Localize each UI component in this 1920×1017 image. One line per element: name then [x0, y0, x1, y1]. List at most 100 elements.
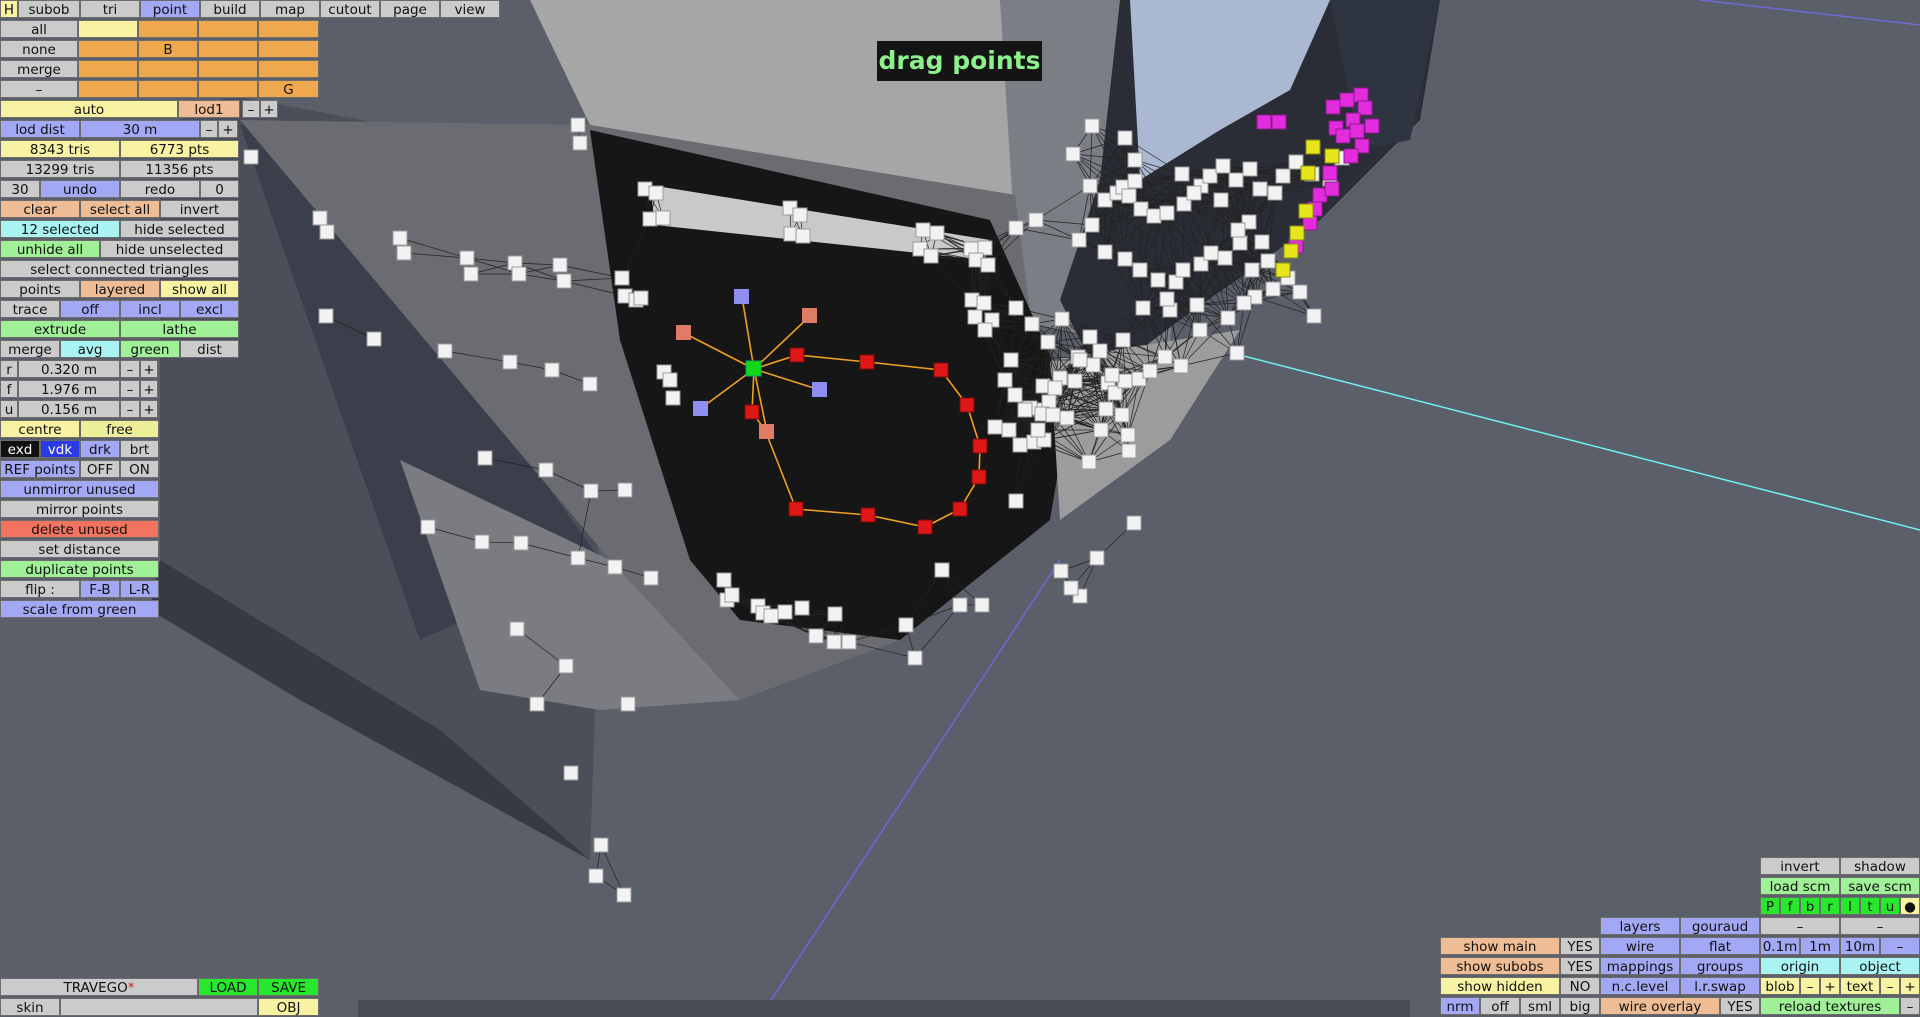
show-hidden-label[interactable]: show hidden — [1440, 977, 1560, 995]
invert-button[interactable]: invert — [1760, 857, 1840, 875]
shadow-button[interactable]: shadow — [1840, 857, 1920, 875]
mesh-point-magenta[interactable] — [1324, 181, 1340, 197]
text-plus[interactable]: + — [1900, 977, 1920, 995]
mesh-point[interactable] — [1186, 185, 1202, 201]
lr-swap-button[interactable]: l.r.swap — [1680, 977, 1760, 995]
selected-point[interactable] — [917, 519, 933, 535]
mesh-point-magenta[interactable] — [1339, 92, 1355, 108]
param-f-value[interactable]: 1.976 m — [18, 380, 120, 398]
mesh-point[interactable] — [243, 149, 259, 165]
mesh-point[interactable] — [1007, 387, 1023, 403]
mesh-point[interactable] — [1008, 493, 1024, 509]
green-button[interactable]: green — [120, 340, 180, 358]
layer-cell[interactable] — [78, 60, 138, 78]
menu-h[interactable]: H — [0, 0, 18, 18]
mesh-point-magenta[interactable] — [1322, 165, 1338, 181]
param-u-minus[interactable]: – — [120, 400, 140, 418]
origin-button[interactable]: origin — [1760, 957, 1840, 975]
mesh-point[interactable] — [1267, 185, 1283, 201]
unhide-all-button[interactable]: unhide all — [0, 240, 100, 258]
mesh-point[interactable] — [544, 362, 560, 378]
show-main-value[interactable]: YES — [1560, 937, 1600, 955]
mesh-point[interactable] — [502, 354, 518, 370]
mesh-point[interactable] — [1192, 322, 1208, 338]
mesh-point[interactable] — [616, 887, 632, 903]
selected-point[interactable] — [933, 362, 949, 378]
mesh-point[interactable] — [513, 535, 529, 551]
skin-field[interactable] — [60, 998, 258, 1016]
mesh-point[interactable] — [1230, 222, 1246, 238]
mesh-point[interactable] — [724, 587, 740, 603]
layer-row-dash[interactable]: – — [0, 80, 78, 98]
mesh-point[interactable] — [1003, 352, 1019, 368]
mesh-point[interactable] — [1117, 130, 1133, 146]
menu-map[interactable]: map — [260, 0, 320, 18]
select-connected-button[interactable]: select connected triangles — [0, 260, 239, 278]
mesh-point[interactable] — [396, 245, 412, 261]
mesh-point[interactable] — [1232, 235, 1248, 251]
mesh-point-magenta[interactable] — [1349, 123, 1365, 139]
layer-cell[interactable] — [258, 60, 319, 78]
free-button[interactable]: free — [80, 420, 159, 438]
mappings-button[interactable]: mappings — [1600, 957, 1680, 975]
mesh-point[interactable] — [1135, 300, 1151, 316]
mesh-point[interactable] — [952, 597, 968, 613]
mesh-point[interactable] — [529, 696, 545, 712]
nc-level-button[interactable]: n.c.level — [1600, 977, 1680, 995]
layers-button[interactable]: layers — [1600, 917, 1680, 935]
mesh-point-magenta[interactable] — [1335, 128, 1351, 144]
lathe-button[interactable]: lathe — [120, 320, 239, 338]
mesh-point-yellow[interactable] — [1298, 203, 1314, 219]
mesh-point[interactable] — [967, 309, 983, 325]
selected-point[interactable] — [859, 354, 875, 370]
lod-dist-minus[interactable]: – — [200, 120, 218, 138]
mesh-point[interactable] — [570, 117, 586, 133]
selected-point[interactable] — [860, 507, 876, 523]
mesh-point[interactable] — [976, 295, 992, 311]
obj-button[interactable]: OBJ — [258, 998, 319, 1016]
menu-cutout[interactable]: cutout — [320, 0, 380, 18]
layer-cell[interactable] — [138, 80, 198, 98]
lod-plus-button[interactable]: + — [260, 100, 278, 118]
show-main-label[interactable]: show main — [1440, 937, 1560, 955]
mesh-point[interactable] — [1242, 161, 1258, 177]
extrude-button[interactable]: extrude — [0, 320, 120, 338]
layer-cell[interactable] — [258, 20, 319, 38]
mesh-point[interactable] — [1072, 352, 1088, 368]
mesh-point[interactable] — [1067, 373, 1083, 389]
reload-textures-button[interactable]: reload textures — [1760, 997, 1900, 1015]
file-name[interactable]: TRAVEGO* — [0, 978, 198, 996]
mesh-point-magenta[interactable] — [1343, 148, 1359, 164]
layer-cell[interactable] — [198, 20, 258, 38]
mesh-point[interactable] — [1081, 454, 1097, 470]
grid-1m[interactable]: 1m — [1800, 937, 1840, 955]
mesh-point[interactable] — [1174, 166, 1190, 182]
mesh-point[interactable] — [1265, 281, 1281, 297]
mesh-point[interactable] — [1213, 192, 1229, 208]
mesh-point[interactable] — [1275, 168, 1291, 184]
brt-button[interactable]: brt — [120, 440, 159, 458]
mesh-point[interactable] — [570, 550, 586, 566]
selected-point[interactable] — [744, 404, 760, 420]
channel-r[interactable]: r — [1820, 897, 1840, 915]
mesh-point[interactable] — [1089, 550, 1105, 566]
mesh-point[interactable] — [563, 765, 579, 781]
mesh-point[interactable] — [1063, 580, 1079, 596]
lod-auto-button[interactable]: auto — [0, 100, 178, 118]
mesh-point[interactable] — [1098, 401, 1114, 417]
scale-from-green-button[interactable]: scale from green — [0, 600, 159, 618]
mesh-point[interactable] — [987, 419, 1003, 435]
mesh-point[interactable] — [511, 266, 527, 282]
dist-button[interactable]: dist — [180, 340, 239, 358]
lod-minus-button[interactable]: – — [242, 100, 260, 118]
mesh-point[interactable] — [1028, 212, 1044, 228]
wire-button[interactable]: wire — [1600, 937, 1680, 955]
mesh-point[interactable] — [463, 266, 479, 282]
reload-minus[interactable]: – — [1900, 997, 1920, 1015]
grid-10m[interactable]: 10m — [1840, 937, 1880, 955]
selected-point[interactable] — [971, 469, 987, 485]
mesh-point[interactable] — [1008, 300, 1024, 316]
centre-button[interactable]: centre — [0, 420, 80, 438]
blob-button[interactable]: blob — [1760, 977, 1800, 995]
mesh-point[interactable] — [593, 837, 609, 853]
